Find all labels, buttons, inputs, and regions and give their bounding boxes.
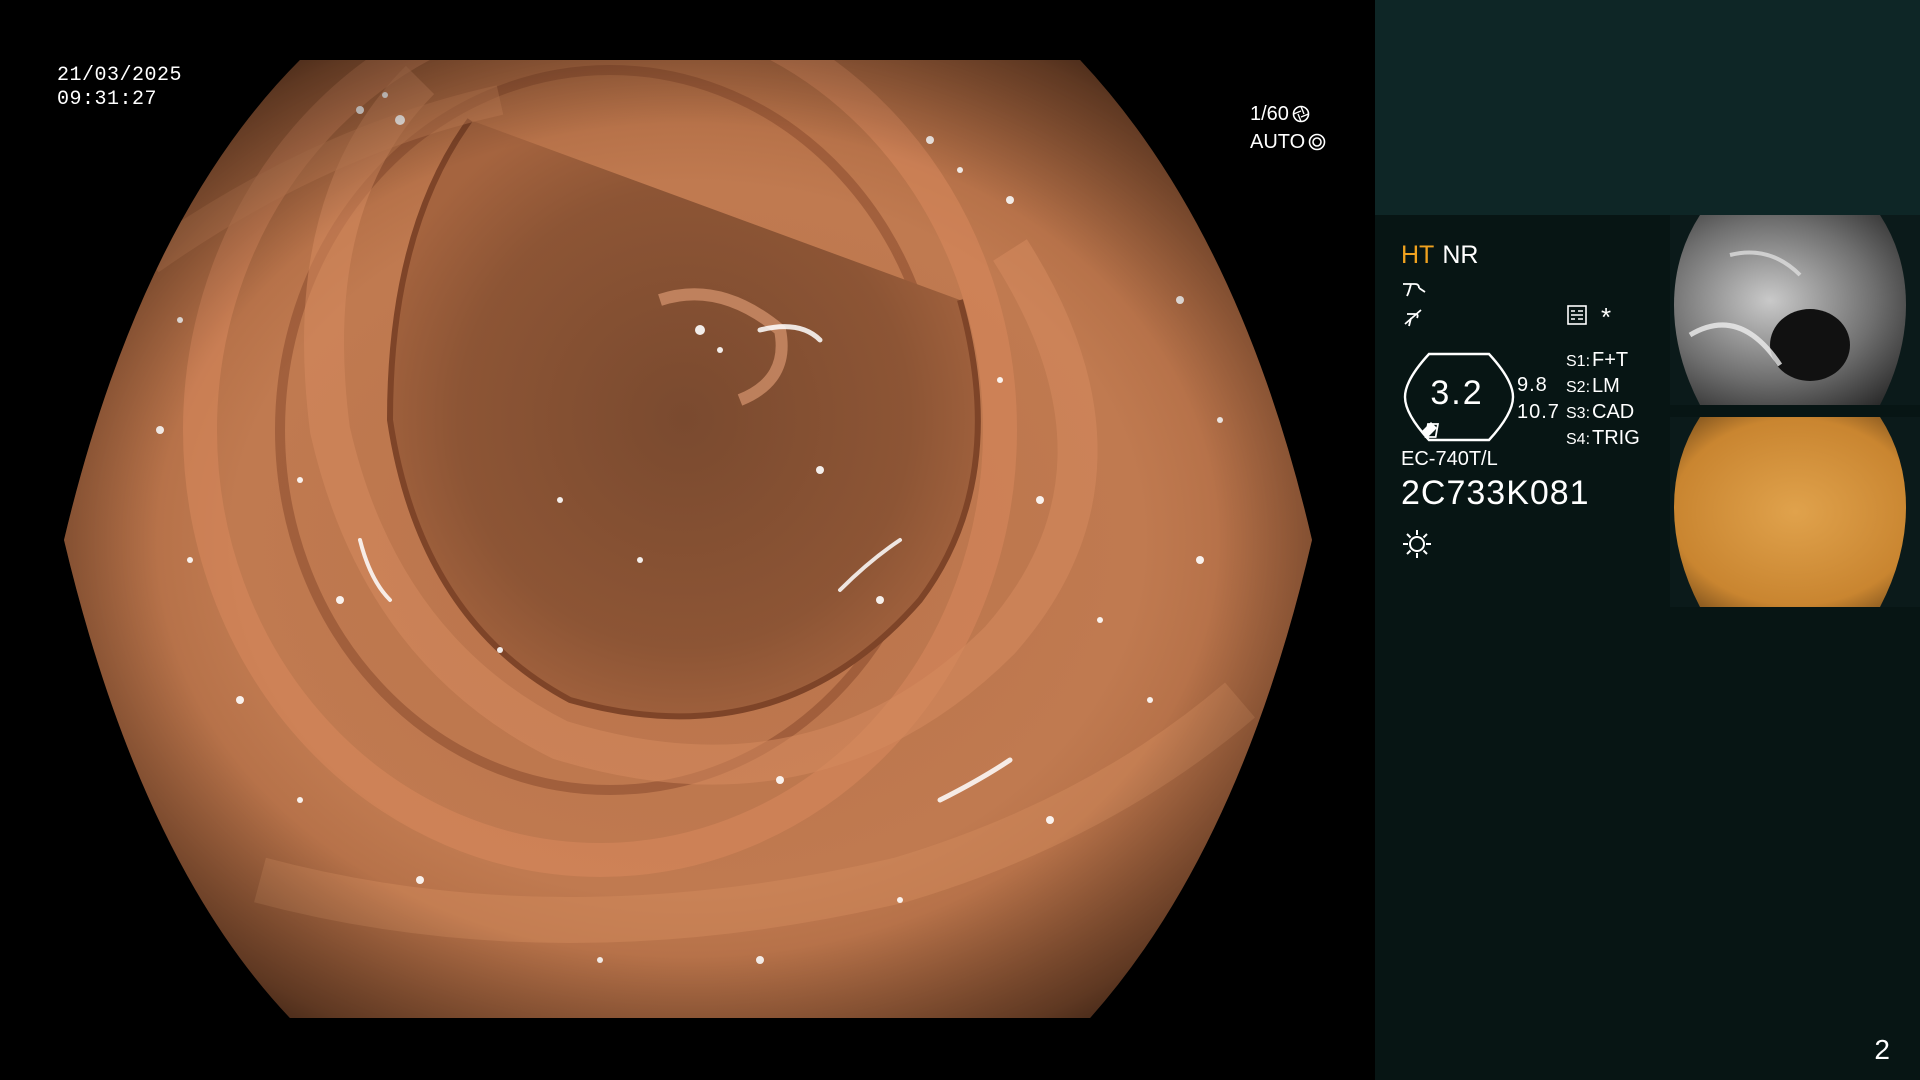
scope-serial: 2C733K081: [1401, 474, 1590, 512]
panel-header-block: [1375, 0, 1920, 215]
memory-icon: [1567, 305, 1587, 325]
nr-label: NR: [1442, 241, 1479, 269]
status-panel: HT NR 3.2 9.8 10.7 * S1: F+T S2: LM S3: CAD …: [1375, 0, 1920, 1080]
aperture-icon: [1292, 105, 1310, 123]
switch-item: S1: F+T: [1566, 349, 1629, 371]
zoom-value: 3.2: [1430, 374, 1484, 412]
iris-row: AUTO: [1250, 128, 1326, 156]
date-text: 21/03/2025: [57, 64, 183, 87]
image-mode-indicator: HT NR: [1401, 240, 1478, 270]
sharpness-icon: [1403, 283, 1426, 297]
endoscopic-image: [64, 60, 1312, 1018]
shutter-speed: 1/60: [1250, 103, 1289, 125]
iris-mode: AUTO: [1250, 131, 1306, 153]
switch-item: S2: LM: [1566, 375, 1620, 397]
thumbnail-capture-2[interactable]: [1670, 417, 1920, 607]
light-icon: [1403, 530, 1431, 558]
gauge-top-value: 9.8: [1517, 374, 1548, 396]
thumbnail-image: [1670, 417, 1920, 607]
switch-item: S3: CAD: [1566, 401, 1635, 423]
thumbnail-image: [1670, 215, 1920, 405]
scope-model: EC-740T/L: [1401, 448, 1498, 470]
endoscope-monitor-area: 21/03/2025 09:31:27 1/60 AUTO: [0, 0, 1375, 1080]
enhance-icon: [1404, 309, 1422, 327]
exposure-settings: 1/60 AUTO: [1250, 100, 1326, 156]
shutter-row: 1/60: [1250, 100, 1326, 128]
iris-icon: [1308, 133, 1326, 151]
gauge-bottom-value: 10.7: [1517, 401, 1560, 423]
time-text: 09:31:27: [57, 88, 158, 111]
scope-switch-list: S1: F+T S2: LM S3: CAD S4: TRIG: [1566, 348, 1640, 452]
page-number: 2: [1874, 1034, 1890, 1065]
asterisk-indicator: *: [1601, 302, 1612, 332]
thumbnail-capture-1[interactable]: [1670, 215, 1920, 405]
date-time-stamp: 21/03/2025 09:31:27: [57, 64, 182, 112]
gauge-readout: 9.8 10.7: [1517, 372, 1560, 426]
switch-item: S4: TRIG: [1566, 427, 1640, 449]
capture-thumbnails: [1670, 215, 1920, 615]
ht-label: HT: [1401, 241, 1435, 269]
